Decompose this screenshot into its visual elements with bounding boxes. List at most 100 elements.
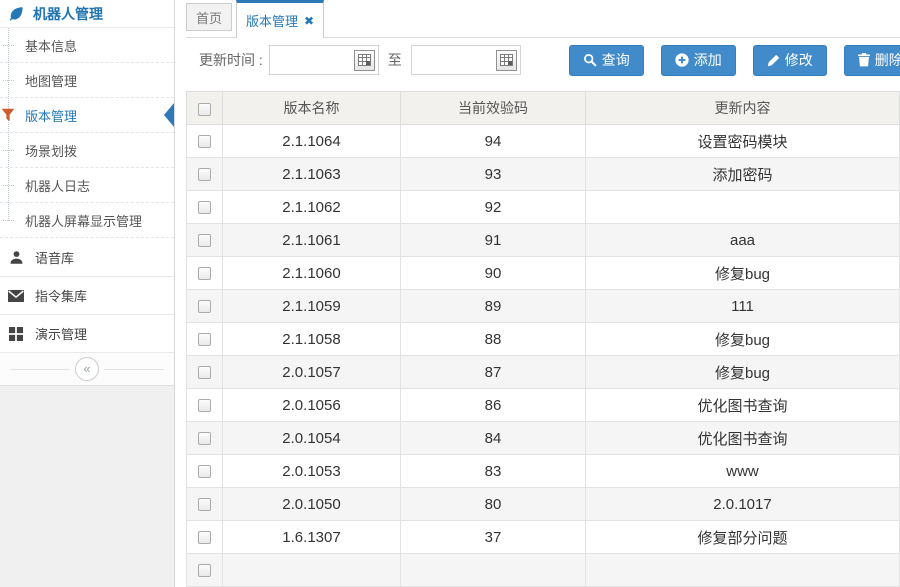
date-from-input[interactable] [270,46,354,74]
cell-content [586,554,900,587]
sidebar-item[interactable]: 机器人屏幕显示管理 [0,203,174,238]
table-header-row: 版本名称当前效验码更新内容 [187,92,900,125]
tab-label: 首页 [196,8,222,27]
table-row: 2.1.106393添加密码 [187,158,900,191]
search-button[interactable]: 查询 [569,45,644,76]
add-button[interactable]: 添加 [661,45,736,76]
main-content: 首页版本管理✖ 更新时间 : 至 查询添加 修改 删除 版本名称当前效验码更新内容 … [175,0,900,587]
date-to-box [411,45,521,75]
delete-button[interactable]: 删除 [844,45,900,76]
row-checkbox[interactable] [198,333,211,346]
date-to-input[interactable] [412,46,496,74]
close-icon[interactable]: ✖ [304,14,314,28]
row-checkbox[interactable] [198,267,211,280]
sidebar-collapse-row: « [0,352,174,385]
sidebar-section-label: 指令集库 [35,286,87,305]
cell-version: 2.1.1059 [223,290,401,323]
cell-checksum: 94 [401,125,586,158]
row-checkbox[interactable] [198,168,211,181]
row-checkbox-cell [187,521,223,554]
divider [10,369,70,370]
date-from-box [269,45,379,75]
row-checkbox-cell [187,125,223,158]
edit-button[interactable]: 修改 [753,45,827,76]
filter-icon [1,108,15,122]
tree-dash [3,150,14,151]
column-header: 更新内容 [586,92,900,125]
calendar-icon[interactable] [354,50,375,71]
toolbar: 查询添加 修改 删除 [569,45,900,76]
divider [104,369,164,370]
row-checkbox-cell [187,455,223,488]
select-all-checkbox[interactable] [198,103,211,116]
row-checkbox-cell [187,356,223,389]
sidebar-item[interactable]: 基本信息 [0,28,174,63]
table-row: 2.0.1050802.0.1017 [187,488,900,521]
sidebar-item[interactable]: 版本管理 [0,98,174,133]
sidebar-item[interactable]: 场景划拨 [0,133,174,168]
cell-version: 2.0.1056 [223,389,401,422]
sidebar-header[interactable]: 机器人管理 [0,0,174,28]
row-checkbox[interactable] [198,300,211,313]
row-checkbox-cell [187,554,223,587]
table-row: 2.1.105888修复bug [187,323,900,356]
row-checkbox-cell [187,389,223,422]
sidebar-item[interactable]: 机器人日志 [0,168,174,203]
cell-version: 2.0.1050 [223,488,401,521]
collapse-left-icon[interactable]: « [75,357,99,381]
table-row: 1.6.130737修复部分问题 [187,521,900,554]
sidebar-section-2[interactable]: 指令集库 [0,276,174,314]
row-checkbox[interactable] [198,399,211,412]
row-checkbox[interactable] [198,366,211,379]
row-checkbox[interactable] [198,201,211,214]
row-checkbox[interactable] [198,531,211,544]
row-checkbox[interactable] [198,432,211,445]
cell-version: 2.0.1054 [223,422,401,455]
sidebar-section-label: 演示管理 [35,324,87,343]
row-checkbox-cell [187,257,223,290]
row-checkbox[interactable] [198,564,211,577]
tab-bar: 首页版本管理✖ [186,0,900,38]
cell-version: 2.1.1064 [223,125,401,158]
tab-home[interactable]: 首页 [186,3,232,31]
sidebar-section-1[interactable]: 语音库 [0,238,174,276]
cell-checksum: 83 [401,455,586,488]
to-label: 至 [388,50,402,70]
cell-version: 2.1.1062 [223,191,401,224]
sidebar-section-label: 语音库 [35,248,74,267]
row-checkbox[interactable] [198,135,211,148]
table-row [187,554,900,587]
cell-checksum: 92 [401,191,586,224]
delete-icon [858,53,870,67]
versions-table: 版本名称当前效验码更新内容 2.1.106494设置密码模块2.1.106393… [186,91,900,587]
cell-version: 2.1.1061 [223,224,401,257]
row-checkbox[interactable] [198,465,211,478]
cell-version: 2.0.1057 [223,356,401,389]
edit-icon [767,54,780,67]
table-row: 2.0.105383www [187,455,900,488]
leaf-icon [8,6,24,22]
cell-checksum: 87 [401,356,586,389]
envelope-icon [8,290,24,302]
cell-content: 修复bug [586,323,900,356]
sidebar-submenu: 基本信息地图管理版本管理场景划拨机器人日志机器人屏幕显示管理 [0,28,174,238]
row-checkbox[interactable] [198,498,211,511]
calendar-icon[interactable] [496,50,517,71]
sidebar-sections: 语音库指令集库演示管理 [0,238,174,352]
sidebar-section-3[interactable]: 演示管理 [0,314,174,352]
button-label: 修改 [785,50,813,70]
row-checkbox-cell [187,158,223,191]
tab-version-manage[interactable]: 版本管理✖ [236,0,324,38]
cell-content: www [586,455,900,488]
row-checkbox[interactable] [198,234,211,247]
cell-version: 2.1.1058 [223,323,401,356]
search-icon [583,53,597,67]
sidebar-item-label: 版本管理 [25,106,77,125]
user-icon [8,250,24,265]
button-label: 删除 [875,50,900,70]
update-time-label: 更新时间 : [199,50,263,70]
grid-icon [8,327,24,341]
cell-checksum: 93 [401,158,586,191]
cell-checksum: 86 [401,389,586,422]
sidebar-item[interactable]: 地图管理 [0,63,174,98]
